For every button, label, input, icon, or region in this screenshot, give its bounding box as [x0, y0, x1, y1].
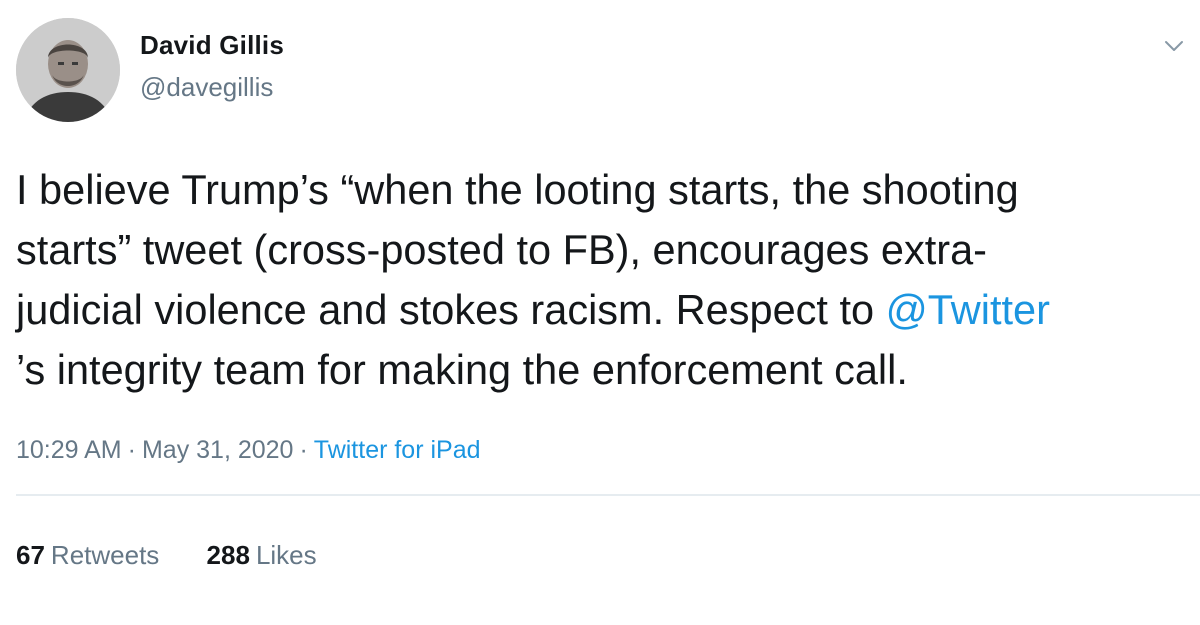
meta-separator: · [127, 436, 136, 464]
mention-link[interactable]: @Twitter [886, 286, 1050, 333]
tweet-text-line: judicial violence and stokes racism. Res… [16, 280, 1196, 340]
retweets-count: 67 [16, 540, 45, 570]
tweet-meta: 10:29 AM · May 31, 2020 · Twitter for iPad [16, 436, 481, 465]
tweet-card: David Gillis @davegillis I believe Trump… [0, 0, 1200, 625]
tweet-text: I believe Trump’s “when the looting star… [16, 160, 1196, 400]
tweet-text-line: starts” tweet (cross-posted to FB), enco… [16, 226, 987, 273]
likes-count: 288 [206, 540, 250, 570]
tweet-text-line: ’s integrity team for making the enforce… [16, 346, 908, 393]
avatar-photo-icon [16, 18, 120, 122]
tweet-text-segment: judicial violence and stokes racism. Res… [16, 286, 886, 333]
author-handle[interactable]: @davegillis [140, 72, 273, 103]
divider [16, 494, 1200, 496]
tweet-time[interactable]: 10:29 AM [16, 436, 122, 464]
likes-label: Likes [255, 540, 317, 570]
tweet-stats: 67 Retweets 288 Likes [16, 540, 357, 571]
tweet-source-link[interactable]: Twitter for iPad [314, 436, 481, 464]
chevron-down-icon[interactable] [1162, 34, 1186, 58]
meta-separator: · [299, 436, 308, 464]
retweets-stat[interactable]: 67 Retweets [16, 540, 159, 571]
tweet-date[interactable]: May 31, 2020 [142, 436, 294, 464]
retweets-label: Retweets [50, 540, 160, 570]
avatar[interactable] [16, 18, 120, 122]
likes-stat[interactable]: 288 Likes [207, 540, 317, 571]
tweet-text-line: I believe Trump’s “when the looting star… [16, 166, 1019, 213]
author-name[interactable]: David Gillis [140, 30, 284, 61]
